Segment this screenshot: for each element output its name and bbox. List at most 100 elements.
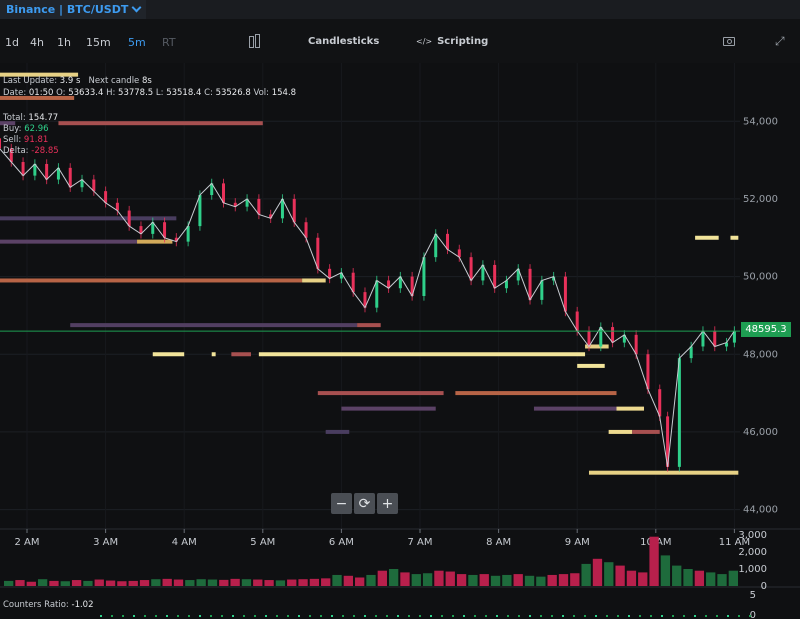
zoom-out-button[interactable]: − xyxy=(331,493,352,514)
volume-bars xyxy=(0,536,800,588)
volume-bar xyxy=(207,579,218,586)
candle-body xyxy=(292,198,296,223)
order-book-level xyxy=(608,429,633,434)
candle-body xyxy=(599,327,603,347)
market-selector[interactable]: Binance | BTC/USDT xyxy=(0,0,147,19)
counters-dot xyxy=(639,615,641,617)
camera-icon[interactable] xyxy=(723,37,735,46)
candlestick-icon[interactable] xyxy=(248,34,260,48)
order-book-level xyxy=(211,352,216,357)
volume-tick-label: 0 xyxy=(761,581,767,592)
volume-bar xyxy=(536,576,546,586)
volume-bar xyxy=(275,580,286,586)
order-book-level xyxy=(695,235,719,240)
counters-dot xyxy=(430,615,432,617)
last-update-label: Last Update: xyxy=(3,76,58,86)
date-label: Date: xyxy=(3,88,27,98)
high-label: H: xyxy=(106,88,116,98)
candle-body xyxy=(528,268,532,300)
delta-row: Delta: -28.85 xyxy=(3,146,59,156)
volume-bar xyxy=(321,578,331,586)
counters-dot xyxy=(375,615,377,617)
counters-dot xyxy=(463,615,465,617)
counters-dot xyxy=(738,615,740,617)
volume-bar xyxy=(37,579,48,586)
timeframe-4h[interactable]: 4h xyxy=(30,36,44,49)
order-book-level xyxy=(616,406,645,411)
volume-bar xyxy=(717,574,727,586)
counters-dot xyxy=(749,615,751,617)
zoom-reset-button[interactable]: ⟳ xyxy=(354,493,375,514)
timeframe-1h[interactable]: 1h xyxy=(57,36,71,49)
volume-bar xyxy=(422,573,433,586)
counters-dot xyxy=(661,615,663,617)
volume-tick-label: 2,000 xyxy=(738,547,767,558)
timeframe-5m[interactable]: 5m xyxy=(128,36,146,49)
volume-bar xyxy=(343,575,354,586)
candlesticks-button[interactable]: Candlesticks xyxy=(308,36,379,47)
ohlc-row: Date: 01:50 O: 53633.4 H: 53778.5 L: 535… xyxy=(3,88,296,98)
counters-dot xyxy=(683,615,685,617)
volume-bar xyxy=(94,579,104,586)
volume-axis: 0 1,000 2,000 3,000 xyxy=(738,530,767,592)
price-tick-label: 46,000 xyxy=(743,427,778,438)
candle-body xyxy=(163,222,167,238)
order-book-level xyxy=(0,239,138,244)
expand-icon[interactable]: ⤢ xyxy=(775,34,785,49)
zoom-in-button[interactable]: + xyxy=(377,493,398,514)
counters-dot xyxy=(342,615,344,617)
counters-dot xyxy=(419,615,421,617)
counters-dot xyxy=(672,615,674,617)
candle-body xyxy=(257,198,261,215)
counters-dot xyxy=(298,615,300,617)
delta-label: Delta: xyxy=(3,146,29,156)
low-value: 53518.4 xyxy=(166,88,202,98)
volume-bar xyxy=(479,574,489,586)
price-axis: 44,000 46,000 48,000 50,000 52,000 54,000 xyxy=(743,116,778,515)
timeframe-15m[interactable]: 15m xyxy=(86,36,111,49)
counters-dot xyxy=(188,615,190,617)
counters-dot xyxy=(353,615,355,617)
order-book-heatmap xyxy=(0,72,739,475)
volume-bar xyxy=(332,574,342,586)
volume-bar xyxy=(139,580,150,586)
total-label: Total: xyxy=(3,113,26,123)
candles xyxy=(0,138,736,472)
counters-dot xyxy=(540,615,542,617)
next-candle-value: 8s xyxy=(142,76,152,86)
volume-tick-label: 3,000 xyxy=(738,530,767,541)
order-book-level xyxy=(588,470,739,475)
timeframe-rt[interactable]: RT xyxy=(162,36,176,49)
counters-dot xyxy=(485,615,487,617)
scripting-button[interactable]: </> Scripting xyxy=(416,36,488,47)
close-label: C: xyxy=(204,88,213,98)
counters-dot xyxy=(562,615,564,617)
counters-dot xyxy=(650,615,652,617)
volume-bar xyxy=(434,570,444,586)
volume-tick-label: 1,000 xyxy=(738,564,767,575)
order-book-level xyxy=(577,363,605,368)
order-book-level xyxy=(302,278,326,283)
timeframe-1d[interactable]: 1d xyxy=(5,36,19,49)
counters-dot xyxy=(727,615,729,617)
counters-dot xyxy=(408,615,410,617)
buy-value: 62.96 xyxy=(24,124,49,134)
price-chart[interactable]: 44,00046,00048,00050,00052,00054,000 2 A… xyxy=(0,63,800,619)
candle-body xyxy=(493,264,497,289)
counters-dot xyxy=(441,615,443,617)
order-book-level xyxy=(0,278,303,283)
volume-bar xyxy=(298,579,308,586)
candle-body xyxy=(21,162,25,176)
candle-body xyxy=(446,233,450,250)
counters-dot xyxy=(265,615,267,617)
volume-bar xyxy=(683,569,693,586)
volume-bar xyxy=(287,579,297,586)
open-label: O: xyxy=(56,88,66,98)
counters-dot xyxy=(309,615,311,617)
order-book-level xyxy=(231,352,252,357)
candle-body xyxy=(104,191,108,203)
price-tick-label: 48,000 xyxy=(743,349,778,360)
volume-bar xyxy=(173,579,184,586)
volume-bar xyxy=(660,555,671,586)
counters-dot xyxy=(254,615,256,617)
